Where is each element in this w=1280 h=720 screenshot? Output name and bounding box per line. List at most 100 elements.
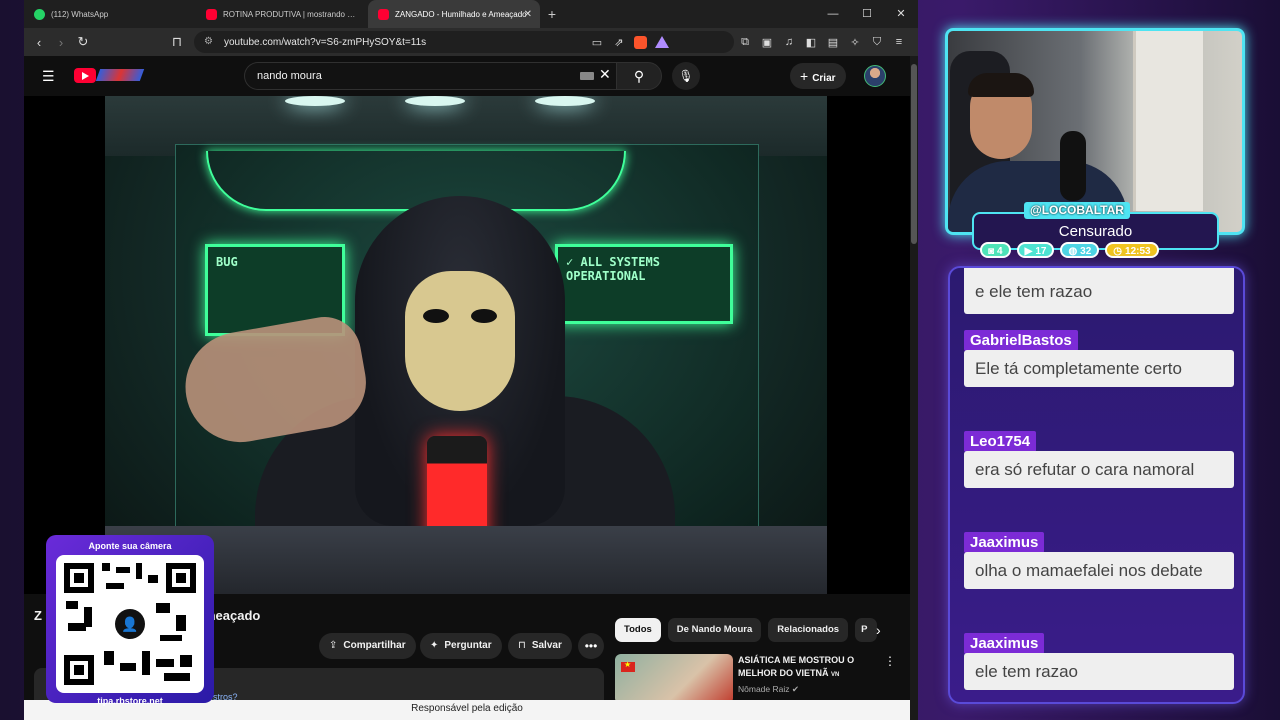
save-label: Salvar: [531, 640, 562, 651]
more-actions-icon[interactable]: •••: [578, 633, 604, 659]
video-player[interactable]: BUG ✓ ALL SYSTEMS OPERATIONAL: [24, 96, 910, 594]
youtube-icon: ▶: [1024, 246, 1033, 257]
reload-icon[interactable]: ↻: [72, 34, 94, 50]
kick-viewers-count: 32: [1080, 246, 1092, 257]
bookmark-icon[interactable]: ⊓: [166, 34, 188, 50]
search-query: nando moura: [257, 70, 322, 82]
scrollbar-thumb[interactable]: [911, 64, 917, 244]
youtube-icon: [206, 8, 217, 20]
recommended-channel[interactable]: Nômade Raiz ✔: [738, 684, 799, 695]
tab-whatsapp[interactable]: (112) WhatsApp: [24, 0, 196, 28]
tab-rotina-produtiva[interactable]: ROTINA PRODUTIVA | mostrando meus hábito…: [196, 0, 368, 28]
more-vert-icon[interactable]: ⋮: [884, 654, 896, 668]
qr-finder: [64, 655, 94, 685]
back-icon[interactable]: ‹: [28, 35, 50, 50]
forward-icon[interactable]: ›: [50, 35, 72, 50]
minimize-icon[interactable]: —: [816, 0, 850, 28]
youtube-header: ☰ nando moura ✕ ⚲ 🎙 + Criar: [24, 56, 910, 96]
qr-module: [156, 659, 174, 667]
qr-title: Aponte sua câmera: [88, 541, 172, 551]
sidebar-icon[interactable]: ◧: [804, 36, 818, 49]
chip-de-nando-moura[interactable]: De Nando Moura: [667, 618, 762, 642]
keyboard-icon[interactable]: [580, 72, 594, 80]
chip-partial[interactable]: P: [855, 618, 878, 642]
chat-message-text: ele tem razao: [964, 653, 1234, 690]
hamburger-menu-icon[interactable]: ☰: [42, 68, 55, 85]
screenshot-icon[interactable]: ▣: [760, 36, 774, 49]
site-settings-icon[interactable]: ⚙: [204, 36, 213, 47]
recommendation-chips: Todos De Nando Moura Relacionados P: [615, 618, 878, 642]
chip-relacionados[interactable]: Relacionados: [768, 618, 849, 642]
recommended-title[interactable]: ASIÁTICA ME MOSTROU O MELHOR DO VIETNÃ V…: [738, 654, 868, 682]
stream-stats: ◙ 4 ▶ 17 ◍ 32 ◷ 12:53: [980, 242, 1159, 258]
recommended-thumbnail[interactable]: [615, 654, 733, 704]
youtube-icon: [378, 8, 389, 20]
avatar[interactable]: [864, 65, 886, 87]
maximize-icon[interactable]: ☐: [850, 0, 884, 28]
music-icon[interactable]: ♫: [782, 36, 796, 48]
microphone-icon: 🎙: [678, 69, 694, 83]
whatsapp-icon: [34, 8, 45, 20]
streamer-handle: @LOCOBALTAR: [1024, 202, 1130, 219]
verified-icon: ✔: [791, 684, 799, 694]
qr-module: [136, 563, 142, 579]
share-label: Compartilhar: [343, 640, 406, 651]
share-button[interactable]: ⇪ Compartilhar: [319, 633, 416, 659]
brave-rewards-icon[interactable]: [655, 36, 669, 48]
new-tab-button[interactable]: +: [540, 6, 564, 22]
wallet-icon[interactable]: ▤: [826, 36, 840, 49]
chat-message-text: Ele tá completamente certo: [964, 350, 1234, 387]
sparkle-icon: ✦: [430, 640, 439, 651]
ai-icon[interactable]: ✧: [848, 36, 862, 49]
video-frame: BUG ✓ ALL SYSTEMS OPERATIONAL: [105, 96, 827, 594]
search-input[interactable]: nando moura: [244, 62, 616, 90]
ask-button[interactable]: ✦ Perguntar: [420, 633, 502, 659]
cast-icon[interactable]: ▭: [590, 36, 604, 49]
webcam-streamer-hair: [968, 73, 1034, 97]
search-icon: ⚲: [633, 68, 645, 84]
vpn-icon[interactable]: ⛉: [870, 36, 884, 49]
create-button[interactable]: + Criar: [790, 63, 846, 89]
search-button[interactable]: ⚲: [616, 62, 662, 90]
chevron-right-icon[interactable]: ›: [876, 622, 881, 638]
tab-zangado[interactable]: ZANGADO - Humilhado e Ameaçado ✕: [368, 0, 540, 28]
qr-module: [180, 655, 192, 667]
qr-module: [116, 567, 130, 573]
youtube-viewers-badge: ▶ 17: [1016, 242, 1055, 258]
qr-module: [120, 663, 136, 671]
qr-card: Aponte sua câmera 👤 tipa.rbstore.net: [46, 535, 214, 706]
menu-icon[interactable]: ≡: [892, 36, 906, 48]
video-scene-eye: [423, 309, 449, 323]
share-icon[interactable]: ⇗: [612, 36, 626, 49]
youtube-doodle-logo[interactable]: [95, 69, 145, 81]
create-label: Criar: [812, 73, 836, 84]
ask-label: Perguntar: [444, 640, 492, 651]
qr-module: [104, 651, 114, 665]
qr-code: 👤: [56, 555, 204, 693]
webcam-microphone: [1060, 131, 1086, 201]
video-title-start: Z: [34, 608, 42, 623]
video-scene-neon: [206, 151, 626, 211]
page-scrollbar[interactable]: [910, 56, 918, 720]
brave-shields-icon[interactable]: [634, 35, 647, 49]
screen-left-text: BUG: [216, 255, 238, 269]
clear-search-icon[interactable]: ✕: [599, 66, 611, 83]
qr-module: [156, 603, 170, 613]
tab-label: (112) WhatsApp: [51, 9, 109, 19]
stream-clock: 12:53: [1125, 246, 1151, 257]
save-button[interactable]: ⊓ Salvar: [508, 633, 572, 659]
webcam-background-door: [1133, 31, 1203, 211]
qr-finder: [64, 563, 94, 593]
youtube-logo[interactable]: [74, 68, 96, 83]
qr-module: [102, 563, 110, 571]
screen-right-text: ALL SYSTEMS OPERATIONAL: [566, 255, 660, 283]
address-actions: ▭ ⇗: [590, 28, 669, 56]
qr-module: [142, 651, 150, 675]
twitch-icon: ◙: [988, 246, 995, 257]
close-tab-icon[interactable]: ✕: [524, 9, 532, 20]
qr-module: [68, 623, 86, 631]
voice-search-button[interactable]: 🎙: [672, 62, 700, 90]
extension-icon[interactable]: ⧉: [738, 36, 752, 49]
chip-todos[interactable]: Todos: [615, 618, 661, 642]
close-window-icon[interactable]: ✕: [884, 0, 918, 28]
